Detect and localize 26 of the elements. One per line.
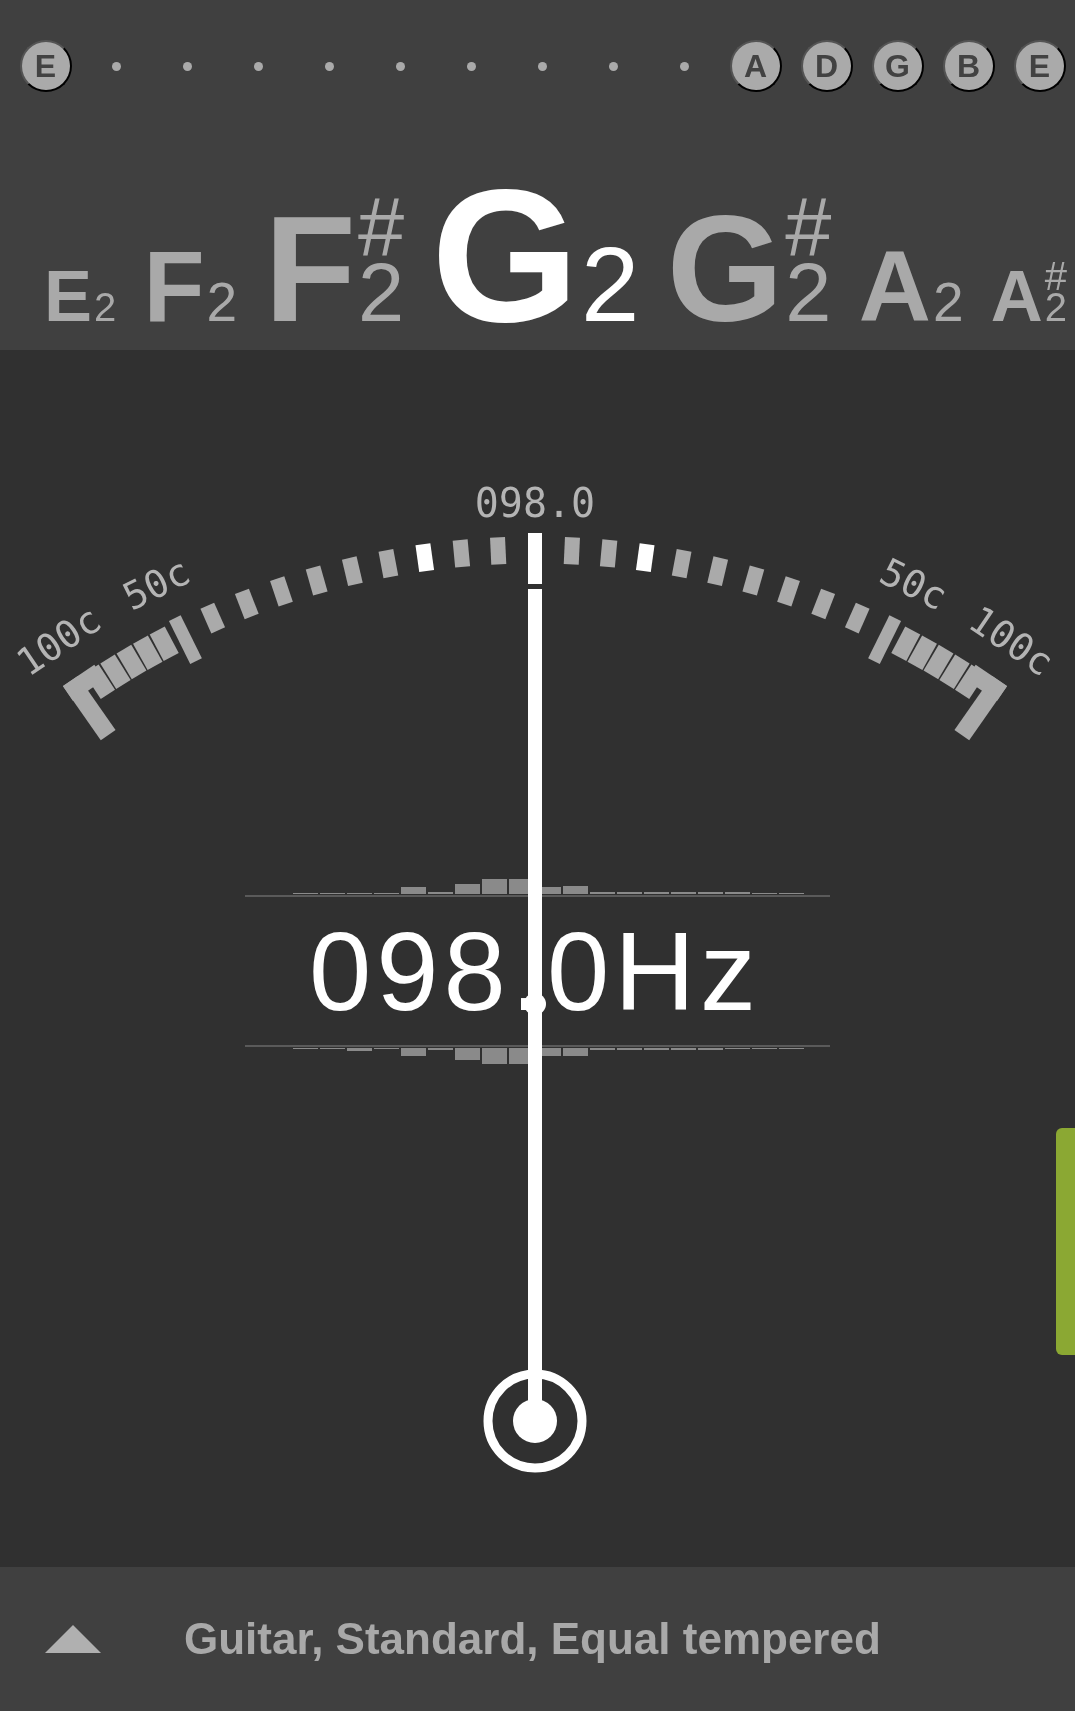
string-button[interactable]: A xyxy=(729,40,782,92)
fret-dot-icon xyxy=(609,61,618,71)
string-button[interactable]: B xyxy=(942,40,995,92)
note-name[interactable]: G2 xyxy=(431,160,640,350)
fret-dot-icon xyxy=(538,61,547,71)
string-button[interactable]: G xyxy=(871,40,924,92)
cents-label: 50c xyxy=(115,549,197,620)
fret-dot-icon xyxy=(183,61,192,71)
string-button[interactable]: E xyxy=(19,40,72,92)
note-name[interactable]: A2 xyxy=(858,236,964,336)
side-handle[interactable] xyxy=(1056,1128,1075,1355)
pitch-reading: 098.0 xyxy=(474,480,596,526)
string-button[interactable]: D xyxy=(800,40,853,92)
fret-dot-icon xyxy=(254,61,263,71)
string-button[interactable]: E xyxy=(1013,40,1066,92)
fret-dot-icon xyxy=(325,61,334,71)
fret-dot-icon xyxy=(112,61,121,71)
cents-label: 100c xyxy=(8,597,110,685)
note-name[interactable]: E2 xyxy=(44,260,117,332)
tuning-preset[interactable]: Guitar, Standard, Equal tempered xyxy=(184,1614,881,1664)
note-name[interactable]: F2 xyxy=(143,236,238,336)
expand-up-icon[interactable] xyxy=(45,1625,101,1653)
fret-dot-icon xyxy=(467,61,476,71)
fret-dot-icon xyxy=(396,61,405,71)
fret-dot-icon xyxy=(680,61,689,71)
cents-label: 50c xyxy=(873,549,955,620)
